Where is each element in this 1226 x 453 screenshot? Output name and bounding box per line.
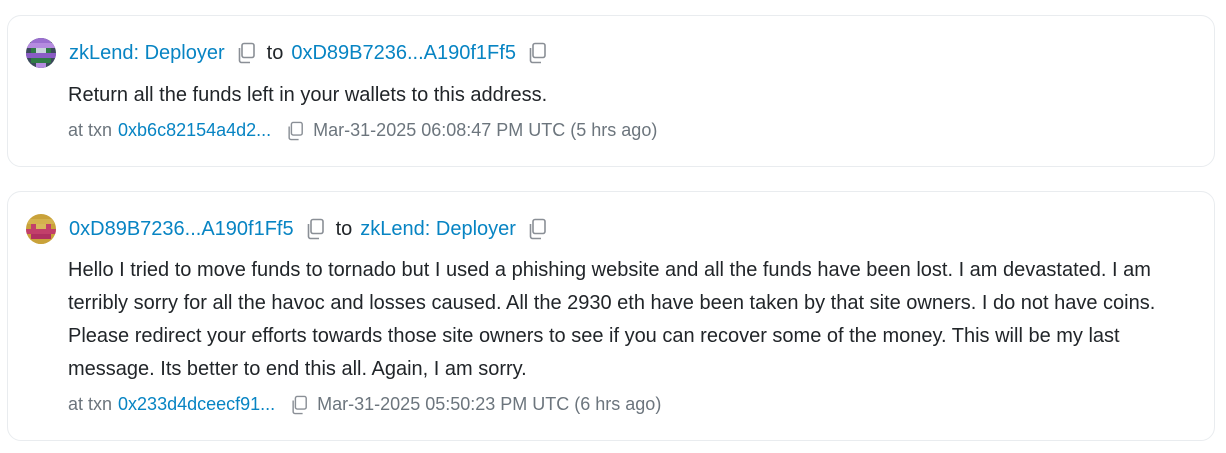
copy-icon[interactable] [304,217,326,241]
to-label: to [335,217,353,240]
to-label: to [266,41,284,64]
message-body: Hello I tried to move funds to tornado b… [68,259,1156,380]
message-card: zkLend: Deployer to 0xD89B7236...A190f1F… [7,15,1215,167]
message-meta: at txn 0xb6c82154a4d2... Mar-31-2025 06:… [68,120,657,141]
message-meta: at txn 0x233d4dceecf91... Mar-31-2025 05… [68,394,661,415]
sender-avatar-icon [26,214,56,244]
copy-icon[interactable] [289,395,309,415]
to-address-link[interactable]: zkLend: Deployer [360,218,516,241]
to-address-link[interactable]: 0xD89B7236...A190f1Ff5 [291,42,516,65]
txn-hash-link[interactable]: 0x233d4dceecf91... [118,394,275,415]
message-header: 0xD89B7236...A190f1Ff5 to zkLend: Deploy… [69,214,558,244]
deployer-avatar-icon [26,38,56,68]
message-header: zkLend: Deployer to 0xD89B7236...A190f1F… [69,38,558,68]
message-body: Return all the funds left in your wallet… [68,84,548,106]
message-card: 0xD89B7236...A190f1Ff5 to zkLend: Deploy… [7,191,1215,441]
copy-icon[interactable] [526,41,548,65]
copy-icon[interactable] [235,41,257,65]
copy-icon[interactable] [285,121,305,141]
timestamp: Mar-31-2025 06:08:47 PM UTC (5 hrs ago) [313,120,658,140]
copy-icon[interactable] [526,217,548,241]
txn-prefix: at txn [68,120,113,140]
from-address-link[interactable]: zkLend: Deployer [69,42,225,65]
txn-prefix: at txn [68,394,113,414]
txn-hash-link[interactable]: 0xb6c82154a4d2... [118,120,271,141]
from-address-link[interactable]: 0xD89B7236...A190f1Ff5 [69,218,294,241]
timestamp: Mar-31-2025 05:50:23 PM UTC (6 hrs ago) [317,394,662,414]
